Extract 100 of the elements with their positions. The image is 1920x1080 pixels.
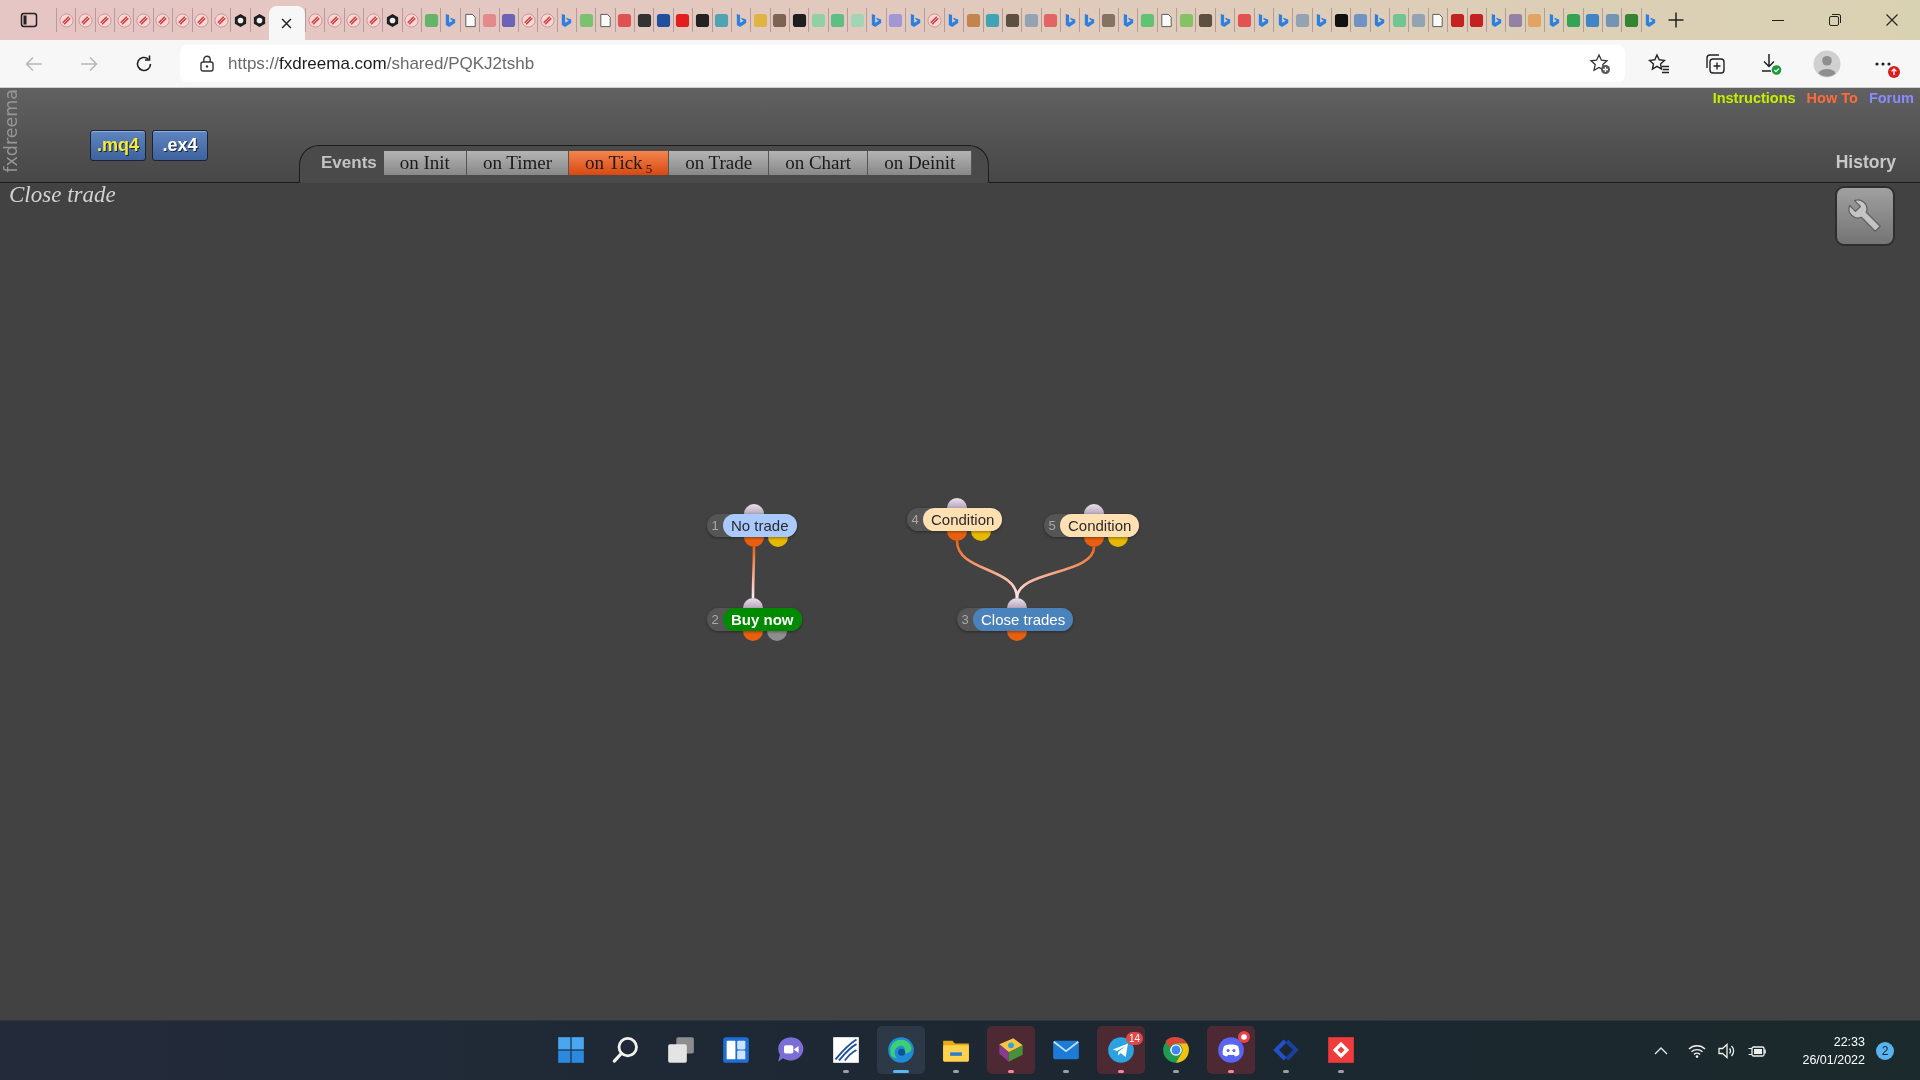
output-handle[interactable] (971, 531, 991, 541)
restore-icon (1828, 14, 1841, 26)
plus-icon (1667, 11, 1685, 29)
striped-disc-icon (174, 12, 190, 28)
striped-disc-icon (58, 12, 74, 28)
output-handle[interactable] (744, 537, 764, 547)
striped-disc-icon (539, 12, 555, 28)
striped-disc-icon (78, 12, 94, 28)
flow-block[interactable]: 1 No trade (707, 514, 797, 537)
overlapping-windows-icon (667, 1036, 695, 1064)
diagonal-lines-icon (832, 1036, 860, 1064)
striped-disc-icon (927, 12, 943, 28)
lock-icon (200, 55, 214, 72)
book-icon (997, 1036, 1025, 1064)
clock-button[interactable]: 22:33 26/01/2022 (1802, 1032, 1865, 1069)
output-handle[interactable] (743, 631, 763, 641)
striped-disc-icon (136, 12, 152, 28)
striped-disc-icon (213, 12, 229, 28)
output-handle[interactable] (1108, 537, 1128, 547)
grid-icon (557, 1036, 585, 1064)
output-handle[interactable] (1084, 537, 1104, 547)
video-chat-icon (777, 1036, 805, 1064)
flow-block[interactable]: 5 Condition (1044, 514, 1140, 537)
page-icon (598, 12, 613, 28)
block-number: 3 (960, 611, 970, 629)
search-icon (612, 1036, 640, 1064)
hexagon-icon (385, 12, 401, 28)
output-handle[interactable] (767, 631, 787, 641)
add-favorite-icon[interactable] (1589, 52, 1611, 75)
striped-disc-icon (327, 12, 342, 28)
minimize-icon (1771, 19, 1784, 21)
more-icon (1875, 61, 1891, 66)
event-tab[interactable]: on Chart (769, 151, 869, 175)
file-download-button[interactable]: .ex4 (152, 130, 208, 161)
clock-time: 22:33 (1833, 1033, 1865, 1051)
output-handle[interactable] (947, 531, 967, 541)
taskbar-button[interactable] (1207, 1026, 1255, 1074)
block-label: No trade (723, 514, 797, 537)
avatar-icon (1813, 49, 1841, 78)
block-number: 1 (710, 517, 720, 535)
file-download-button[interactable]: .mq4 (90, 130, 146, 161)
page-icon (462, 12, 478, 28)
striped-disc-icon (365, 12, 381, 28)
striped-disc-icon (404, 12, 420, 28)
input-handle[interactable] (1007, 598, 1027, 608)
history-link[interactable]: History (1835, 152, 1896, 172)
swirl-icon (887, 1036, 915, 1064)
count-badge: 14 (1125, 1032, 1143, 1045)
header-link[interactable]: Instructions (1712, 89, 1796, 107)
hexagon-icon (252, 12, 268, 28)
update-badge-icon (1888, 65, 1900, 78)
block-number: 4 (910, 511, 920, 529)
notification-count[interactable]: 2 (1876, 1041, 1894, 1060)
block-number: 5 (1047, 517, 1057, 535)
striped-disc-icon (346, 12, 362, 28)
input-handle[interactable] (743, 598, 763, 608)
events-label: Events (321, 152, 377, 174)
input-handle[interactable] (947, 498, 967, 508)
block-label: Buy now (723, 608, 802, 631)
close-icon[interactable] (281, 17, 293, 29)
swoosh-icon (1082, 12, 1097, 28)
taskbar-button[interactable] (987, 1026, 1035, 1074)
striped-disc-icon (97, 12, 113, 28)
widgets-icon (722, 1036, 750, 1064)
speaker-icon (1718, 1041, 1737, 1060)
address-bar[interactable]: https://fxdreema.com/shared/PQKJ2tshb (180, 45, 1625, 82)
url-text[interactable]: https://fxdreema.com/shared/PQKJ2tshb (228, 53, 535, 74)
taskbar-button[interactable]: 14 (1097, 1026, 1145, 1074)
block-label: Condition (1060, 514, 1140, 537)
download-icon (1760, 52, 1782, 75)
flow-block[interactable]: 4 Condition (907, 508, 1003, 531)
event-tab[interactable]: on Timer (466, 151, 570, 175)
striped-disc-icon (307, 12, 323, 28)
event-tab[interactable]: on Init (383, 151, 467, 175)
page-icon (1159, 12, 1175, 28)
tab-actions-icon (20, 11, 38, 29)
game-controller-icon (1217, 1036, 1245, 1064)
flow-block[interactable]: 2 Buy now (707, 608, 802, 631)
input-handle[interactable] (744, 504, 764, 514)
tricolor-circle-icon (1162, 1036, 1190, 1064)
clock-date: 26/01/2022 (1802, 1051, 1865, 1069)
project-title: Close trade (9, 182, 116, 208)
output-handle[interactable] (768, 537, 788, 547)
taskbar-button[interactable] (877, 1026, 925, 1074)
input-handle[interactable] (1084, 504, 1104, 514)
block-label: Condition (923, 508, 1003, 531)
brand-text: fxdreema (1, 89, 21, 173)
block-label: Close trades (973, 608, 1074, 631)
output-handle[interactable] (1007, 631, 1027, 641)
striped-disc-icon (520, 12, 536, 28)
collections-icon (1704, 52, 1726, 75)
flow-block[interactable]: 3 Close trades (957, 608, 1074, 631)
chevron-up-icon (1654, 1046, 1669, 1055)
striped-disc-icon (194, 12, 210, 28)
event-tab[interactable]: on Trade (669, 151, 770, 175)
tools-button[interactable] (1835, 186, 1895, 246)
reload-icon (134, 53, 154, 74)
striped-disc-icon (116, 12, 132, 28)
event-tab[interactable]: on Deinit (868, 151, 973, 175)
star-list-icon (1648, 52, 1670, 75)
